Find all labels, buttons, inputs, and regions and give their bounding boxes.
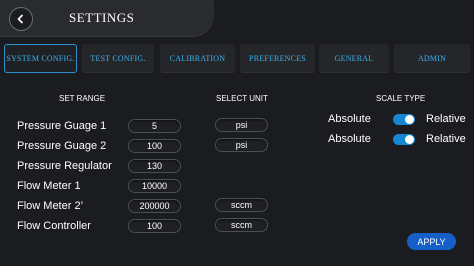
row-label-pressure-guage-2: Pressure Guage 2 [17,140,107,152]
scale-absolute-label-2: Absolute [328,133,371,145]
range-input-flow-meter-1[interactable]: 10000 [128,179,181,193]
chevron-left-icon [17,14,24,24]
scale-toggle-2[interactable] [393,134,415,145]
row-label-flow-meter-2: Flow Meter 2’ [17,200,84,212]
unit-select-flow-controller[interactable]: sccm [215,218,268,232]
back-button[interactable] [9,7,33,31]
select-unit-heading: SELECT UNIT [216,94,268,103]
scale-absolute-label-1: Absolute [328,113,371,125]
range-input-pressure-guage-1[interactable]: 5 [128,119,181,133]
tab-calibration[interactable]: CALIBRATION [160,44,235,73]
apply-button[interactable]: APPLY [407,233,456,250]
tab-admin[interactable]: ADMIN [394,44,470,73]
range-input-pressure-regulator[interactable]: 130 [128,159,181,173]
range-input-flow-controller[interactable]: 100 [128,219,181,233]
row-label-pressure-guage-1: Pressure Guage 1 [17,120,107,132]
scale-toggle-1[interactable] [393,114,415,125]
toggle-knob [405,115,414,124]
tab-general[interactable]: GENERAL [319,44,389,73]
toggle-knob [405,135,414,144]
range-input-flow-meter-2[interactable]: 200000 [128,199,181,213]
row-label-flow-controller: Flow Controller [17,220,91,232]
tab-system-config[interactable]: SYSTEM CONFIG. [4,44,77,73]
page-title: SETTINGS [69,10,135,25]
unit-select-flow-meter-2[interactable]: sccm [215,198,268,212]
row-label-flow-meter-1: Flow Meter 1 [17,180,81,192]
scale-type-heading: SCALE TYPE [376,94,426,103]
range-input-pressure-guage-2[interactable]: 100 [128,139,181,153]
tab-bar: SYSTEM CONFIG. TEST CONFIG. CALIBRATION … [0,44,474,74]
header-bar: SETTINGS [0,0,214,36]
tab-test-config[interactable]: TEST CONFIG. [82,44,154,73]
scale-relative-label-2: Relative [426,133,466,145]
scale-relative-label-1: Relative [426,113,466,125]
tab-preferences[interactable]: PREFERENCES [240,44,315,73]
set-range-heading: SET RANGE [59,94,106,103]
row-label-pressure-regulator: Pressure Regulator [17,160,112,172]
unit-select-pressure-guage-1[interactable]: psi [215,118,268,132]
unit-select-pressure-guage-2[interactable]: psi [215,138,268,152]
